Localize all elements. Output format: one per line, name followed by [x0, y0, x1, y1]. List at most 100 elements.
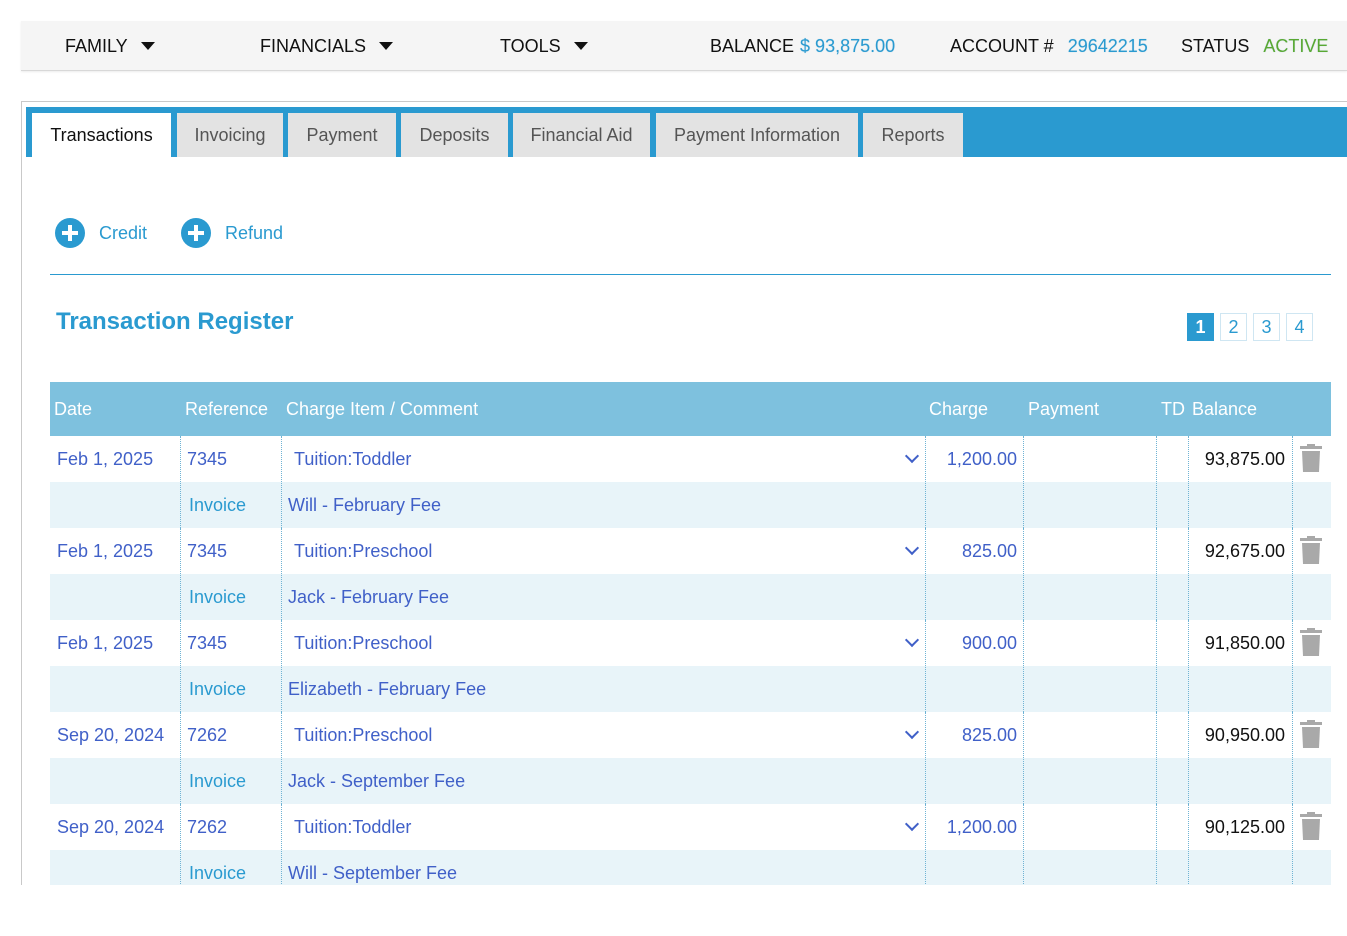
- row-date[interactable]: Feb 1, 2025: [57, 436, 153, 482]
- trash-icon[interactable]: [1300, 444, 1322, 472]
- row-date[interactable]: Feb 1, 2025: [57, 528, 153, 574]
- row-payment[interactable]: [1024, 804, 1152, 850]
- row-comment[interactable]: Elizabeth - February Fee: [288, 666, 486, 712]
- row-date[interactable]: Sep 20, 2024: [57, 804, 164, 850]
- status-label: STATUS: [1181, 35, 1250, 56]
- add-refund-button[interactable]: Refund: [181, 218, 283, 248]
- row-reference[interactable]: 7345: [187, 528, 227, 574]
- row-comment[interactable]: Jack - September Fee: [288, 758, 465, 804]
- column-divider: [1292, 712, 1293, 804]
- caret-down-icon: [379, 42, 394, 50]
- row-charge[interactable]: 1,200.00: [926, 804, 1017, 850]
- tab-invoicing[interactable]: Invoicing: [177, 113, 283, 157]
- trash-icon[interactable]: [1300, 812, 1322, 840]
- row-balance: 92,675.00: [1204, 540, 1285, 561]
- column-divider: [281, 528, 282, 620]
- table-row: Sep 20, 2024 7262 Tuition:Preschool 825.…: [50, 712, 1331, 804]
- row-charge[interactable]: 1,200.00: [926, 436, 1017, 482]
- caret-down-icon: [140, 42, 155, 50]
- trash-icon[interactable]: [1300, 720, 1322, 748]
- nav-financials-label: FINANCIALS: [260, 35, 367, 56]
- column-divider: [1156, 712, 1157, 804]
- column-divider: [281, 436, 282, 528]
- column-divider: [1156, 436, 1157, 528]
- row-reference[interactable]: 7262: [187, 712, 227, 758]
- page-4-button[interactable]: 4: [1286, 313, 1313, 341]
- col-charge[interactable]: Charge: [929, 382, 988, 436]
- tab-reports[interactable]: Reports: [863, 113, 963, 157]
- charge-item-select[interactable]: Tuition:Preschool: [294, 620, 920, 666]
- column-divider: [1292, 528, 1293, 620]
- column-divider: [1292, 620, 1293, 712]
- nav-family-label: FAMILY: [65, 35, 128, 56]
- row-comment[interactable]: Will - September Fee: [288, 850, 457, 885]
- account-label: ACCOUNT #: [950, 35, 1054, 56]
- refund-label: Refund: [225, 222, 284, 243]
- row-payment[interactable]: [1024, 712, 1152, 758]
- row-charge[interactable]: 825.00: [926, 712, 1017, 758]
- col-reference[interactable]: Reference: [185, 382, 268, 436]
- column-divider: [281, 712, 282, 804]
- add-credit-button[interactable]: Credit: [55, 218, 147, 248]
- row-payment[interactable]: [1024, 528, 1152, 574]
- row-type: Invoice: [189, 862, 247, 883]
- page-2-button[interactable]: 2: [1220, 313, 1247, 341]
- column-divider: [1156, 620, 1157, 712]
- col-td[interactable]: TD: [1161, 382, 1185, 436]
- trash-icon[interactable]: [1300, 536, 1322, 564]
- row-balance: 93,875.00: [1204, 448, 1285, 469]
- top-nav-bar: FAMILY FINANCIALS TOOLS BALANCE $ 93,875…: [21, 21, 1347, 71]
- balance-label: BALANCE: [710, 35, 795, 56]
- credit-label: Credit: [99, 222, 148, 243]
- charge-item-select[interactable]: Tuition:Toddler: [294, 436, 920, 482]
- trash-icon[interactable]: [1300, 628, 1322, 656]
- tab-payment-information[interactable]: Payment Information: [656, 113, 858, 157]
- tab-payment[interactable]: Payment: [288, 113, 396, 157]
- row-type: Invoice: [189, 586, 247, 607]
- tab-transactions[interactable]: Transactions: [32, 113, 171, 158]
- page-1-button[interactable]: 1: [1187, 313, 1214, 341]
- nav-tools-menu[interactable]: TOOLS: [500, 21, 588, 71]
- col-charge-item[interactable]: Charge Item / Comment: [286, 382, 478, 436]
- account-info: ACCOUNT # 29642215: [950, 21, 1148, 71]
- col-balance[interactable]: Balance: [1192, 382, 1257, 436]
- main-panel: Transactions Invoicing Payment Deposits …: [21, 101, 1347, 885]
- row-type: Invoice: [189, 678, 247, 699]
- plus-circle-icon: [55, 218, 85, 248]
- status-badge: ACTIVE: [1263, 35, 1329, 56]
- nav-family-menu[interactable]: FAMILY: [65, 21, 155, 71]
- status-info: STATUS ACTIVE: [1181, 21, 1328, 71]
- column-divider: [1156, 528, 1157, 620]
- balance-value: $ 93,875.00: [800, 35, 896, 56]
- charge-item-select[interactable]: Tuition:Toddler: [294, 804, 920, 850]
- table-row: Feb 1, 2025 7345 Tuition:Preschool 900.0…: [50, 620, 1331, 712]
- row-charge[interactable]: 900.00: [926, 620, 1017, 666]
- row-comment[interactable]: Will - February Fee: [288, 482, 441, 528]
- tab-deposits[interactable]: Deposits: [401, 113, 508, 157]
- row-reference[interactable]: 7345: [187, 436, 227, 482]
- row-payment[interactable]: [1024, 436, 1152, 482]
- row-charge[interactable]: 825.00: [926, 528, 1017, 574]
- charge-item-select[interactable]: Tuition:Preschool: [294, 528, 920, 574]
- row-reference[interactable]: 7345: [187, 620, 227, 666]
- column-divider: [180, 528, 181, 620]
- table-row: Sep 20, 2024 7262 Tuition:Toddler 1,200.…: [50, 804, 1331, 885]
- column-divider: [1292, 804, 1293, 885]
- row-comment[interactable]: Jack - February Fee: [288, 574, 449, 620]
- row-date[interactable]: Feb 1, 2025: [57, 620, 153, 666]
- nav-financials-menu[interactable]: FINANCIALS: [260, 21, 394, 71]
- nav-tools-label: TOOLS: [500, 35, 561, 56]
- tab-financial-aid[interactable]: Financial Aid: [513, 113, 650, 157]
- table-row: Feb 1, 2025 7345 Tuition:Toddler 1,200.0…: [50, 436, 1331, 528]
- row-balance: 90,125.00: [1204, 816, 1285, 837]
- row-reference[interactable]: 7262: [187, 804, 227, 850]
- account-number: 29642215: [1067, 35, 1148, 56]
- charge-item-select[interactable]: Tuition:Preschool: [294, 712, 920, 758]
- column-divider: [281, 804, 282, 885]
- row-balance: 91,850.00: [1204, 632, 1285, 653]
- page-3-button[interactable]: 3: [1253, 313, 1280, 341]
- row-date[interactable]: Sep 20, 2024: [57, 712, 164, 758]
- col-date[interactable]: Date: [54, 382, 92, 436]
- col-payment[interactable]: Payment: [1028, 382, 1099, 436]
- row-payment[interactable]: [1024, 620, 1152, 666]
